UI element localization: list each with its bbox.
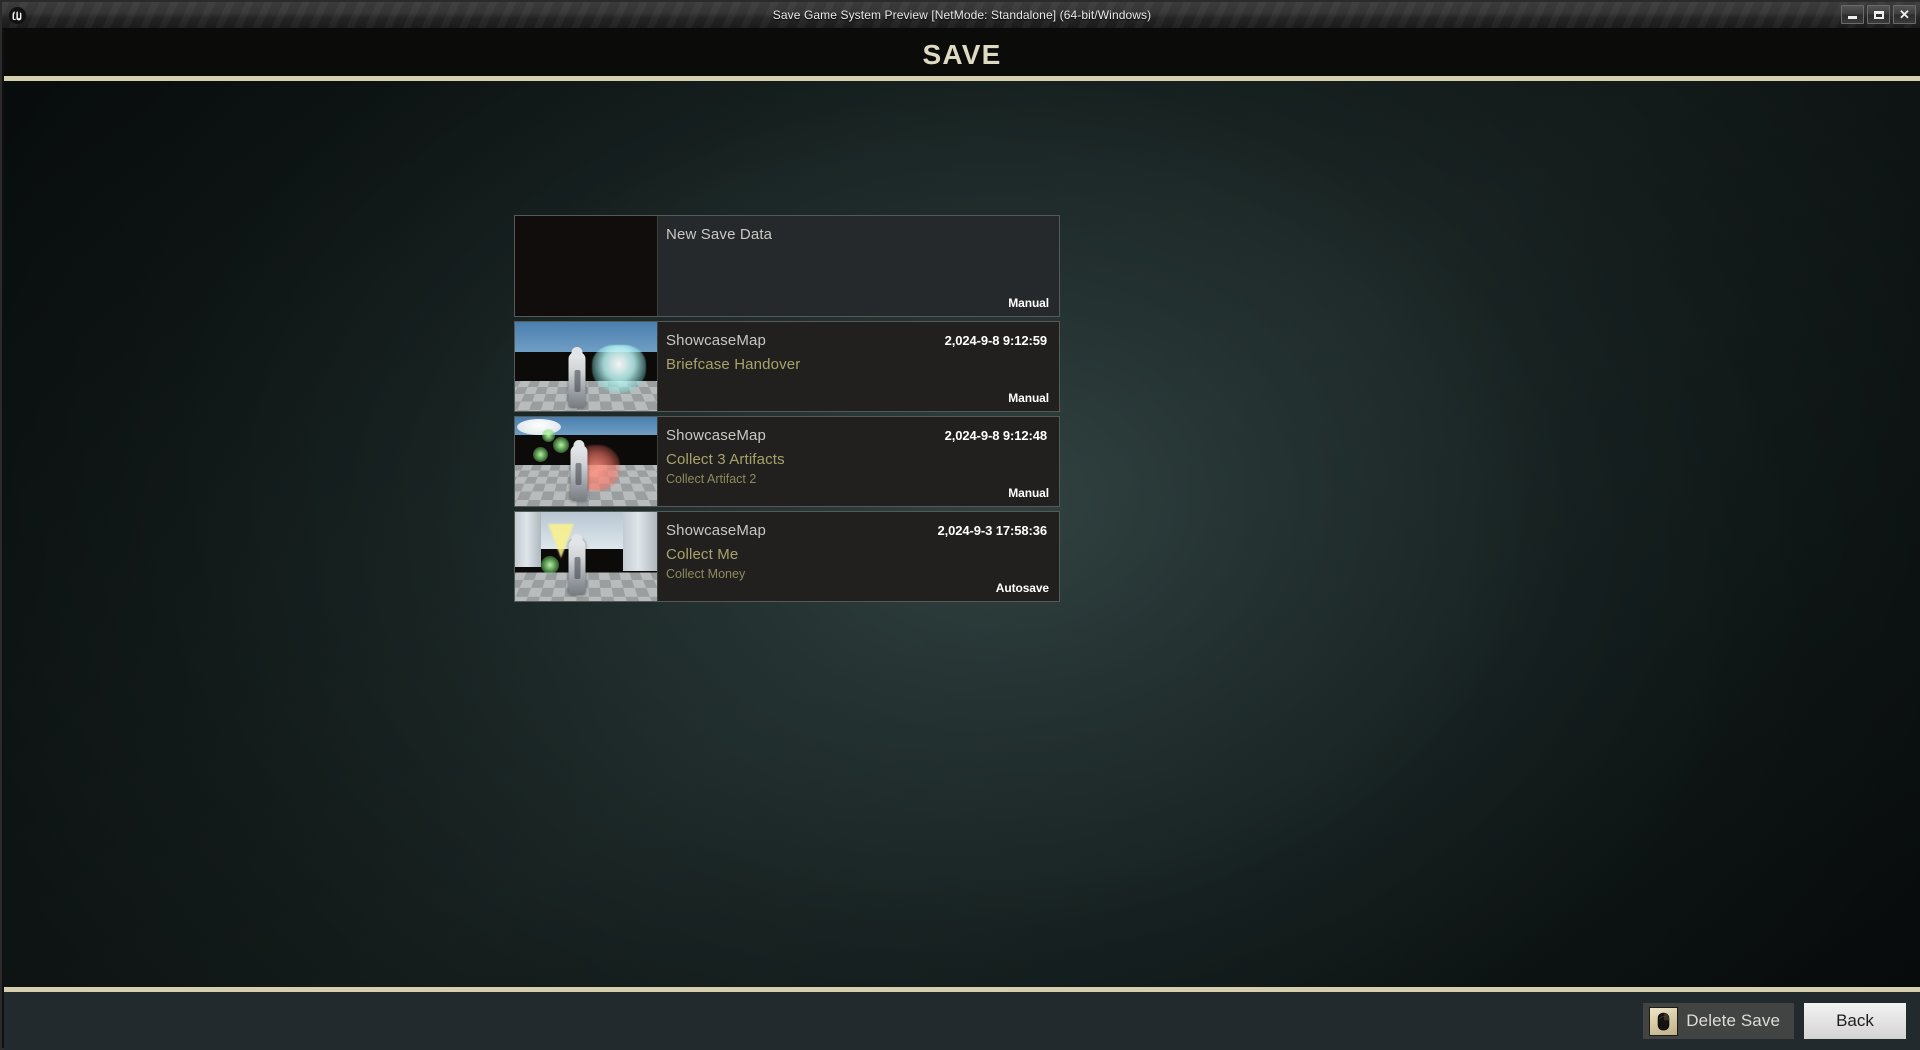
scene-cyan-glow	[591, 345, 646, 394]
save-slot-timestamp: 2,024-9-8 9:12:48	[944, 428, 1047, 443]
delete-save-button[interactable]: Delete Save	[1643, 1003, 1794, 1039]
save-slot-objective: Collect Money	[666, 567, 746, 581]
page-title: SAVE	[922, 38, 1002, 70]
save-slot-timestamp: 2,024-9-8 9:12:59	[944, 333, 1047, 348]
close-icon[interactable]: ✕	[1893, 5, 1916, 24]
scene-artifact-glow	[553, 437, 569, 453]
thumbnail-scene	[515, 512, 657, 601]
window-titlebar[interactable]: Save Game System Preview [NetMode: Stand…	[2, 2, 1920, 29]
save-slot-info: ShowcaseMap 2,024-9-8 9:12:48 Collect 3 …	[658, 417, 1059, 506]
scene-pillar	[623, 512, 657, 571]
scene-money-glow	[541, 556, 559, 574]
close-glyph: ✕	[1899, 7, 1910, 22]
save-slot-thumbnail	[515, 322, 658, 411]
save-slot-quest: Collect Me	[666, 546, 739, 563]
thumbnail-scene	[515, 322, 657, 411]
save-slot-info: ShowcaseMap 2,024-9-8 9:12:59 Briefcase …	[658, 322, 1059, 411]
save-slot-briefcase-handover[interactable]: ShowcaseMap 2,024-9-8 9:12:59 Briefcase …	[514, 321, 1060, 412]
page-header: SAVE	[4, 29, 1920, 80]
scene-character	[570, 440, 588, 502]
save-slot-thumbnail	[515, 417, 658, 506]
save-slot-info: ShowcaseMap 2,024-9-3 17:58:36 Collect M…	[658, 512, 1059, 601]
save-slot-objective: Collect Artifact 2	[666, 472, 757, 486]
window-controls: ✕	[1841, 5, 1916, 24]
save-slot-thumbnail	[515, 512, 658, 601]
back-button[interactable]: Back	[1804, 1003, 1906, 1039]
save-slot-thumbnail	[515, 216, 658, 316]
minimize-icon[interactable]	[1841, 5, 1864, 24]
save-slot-type-badge: Manual	[1008, 391, 1049, 405]
back-label: Back	[1836, 1011, 1874, 1030]
save-slot-collect-3-artifacts[interactable]: ShowcaseMap 2,024-9-8 9:12:48 Collect 3 …	[514, 416, 1060, 507]
app-window: Save Game System Preview [NetMode: Stand…	[0, 0, 1920, 1050]
save-slot-collect-me[interactable]: ShowcaseMap 2,024-9-3 17:58:36 Collect M…	[514, 511, 1060, 602]
scene-character	[568, 347, 586, 409]
save-slot-type-badge: Manual	[1008, 486, 1049, 500]
save-slot-info: New Save Data Manual	[658, 216, 1059, 316]
scene-pillar	[515, 512, 541, 568]
maximize-icon[interactable]	[1867, 5, 1890, 24]
save-slot-quest: Collect 3 Artifacts	[666, 451, 785, 468]
save-slot-map-name: ShowcaseMap	[666, 332, 767, 349]
unreal-engine-logo-icon	[4, 3, 31, 28]
scene-artifact-glow	[533, 447, 548, 462]
save-slot-timestamp: 2,024-9-3 17:58:36	[937, 523, 1048, 538]
main-content: New Save Data Manual ShowcaseMap 2,024-9…	[4, 81, 1920, 987]
save-slot-map-name: New Save Data	[666, 226, 773, 243]
thumbnail-scene	[515, 417, 657, 506]
mouse-right-click-icon	[1649, 1006, 1679, 1036]
save-slot-type-badge: Autosave	[995, 581, 1049, 595]
save-slot-type-badge: Manual	[1008, 296, 1049, 310]
window-title: Save Game System Preview [NetMode: Stand…	[772, 8, 1152, 22]
save-slot-new[interactable]: New Save Data Manual	[514, 215, 1060, 317]
scene-character	[568, 533, 586, 595]
save-slot-list: New Save Data Manual ShowcaseMap 2,024-9…	[514, 215, 1060, 606]
scene-floor	[515, 572, 657, 601]
delete-save-label: Delete Save	[1686, 1011, 1780, 1030]
save-slot-map-name: ShowcaseMap	[666, 522, 767, 539]
save-slot-map-name: ShowcaseMap	[666, 427, 767, 444]
save-slot-quest: Briefcase Handover	[666, 356, 801, 373]
footer-bar: Delete Save Back	[4, 992, 1920, 1050]
